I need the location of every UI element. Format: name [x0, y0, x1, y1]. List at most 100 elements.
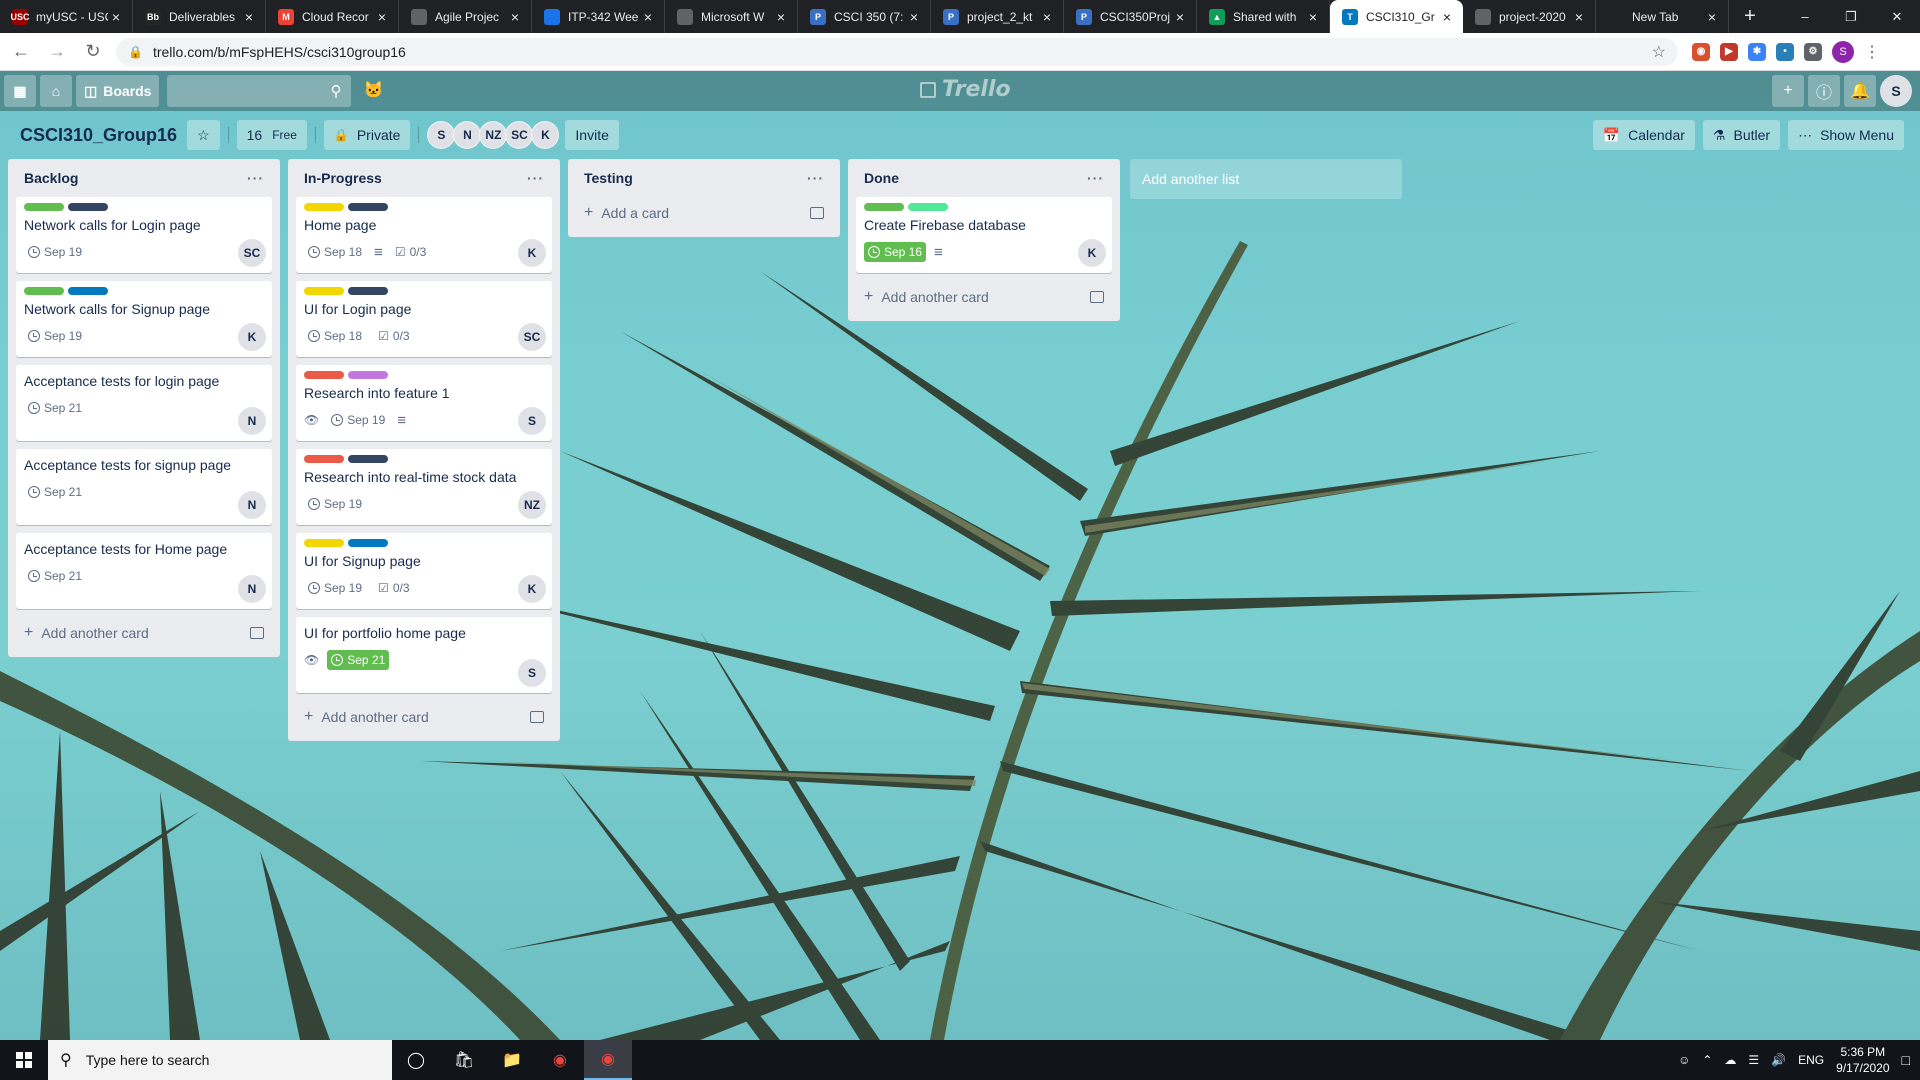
list-header[interactable]: Done ···: [856, 159, 1112, 197]
card[interactable]: Acceptance tests for login page Sep 21 N: [16, 365, 272, 441]
card[interactable]: Network calls for Login page Sep 19 SC: [16, 197, 272, 273]
butler-button[interactable]: ⚗ Butler: [1702, 120, 1781, 150]
card-member-avatar[interactable]: K: [238, 323, 266, 351]
tab-close-icon[interactable]: ×: [906, 9, 922, 25]
language-indicator[interactable]: ENG: [1798, 1053, 1824, 1067]
browser-menu-icon[interactable]: ⋮: [1864, 42, 1880, 62]
card[interactable]: UI for portfolio home page 👁 Sep 21 S: [296, 617, 552, 693]
due-date-badge[interactable]: Sep 19: [24, 326, 86, 346]
snowflake-extension-icon[interactable]: ✱: [1748, 42, 1766, 61]
close-window-button[interactable]: ✕: [1874, 0, 1920, 33]
add-card-button[interactable]: + Add another card: [856, 281, 1112, 313]
card-template-icon[interactable]: [250, 627, 264, 639]
list-menu-icon[interactable]: ···: [807, 170, 824, 186]
card-label[interactable]: [24, 203, 64, 211]
new-tab-button[interactable]: +: [1735, 0, 1765, 33]
card-label[interactable]: [68, 287, 108, 295]
trello-logo[interactable]: Trello: [920, 77, 1011, 102]
browser-tab[interactable]: Agile Projec ×: [399, 0, 532, 33]
tab-close-icon[interactable]: ×: [374, 9, 390, 25]
card-label[interactable]: [24, 287, 64, 295]
create-plus-button[interactable]: +: [1772, 75, 1804, 107]
star-board-button[interactable]: ☆: [187, 120, 220, 150]
bookmark-star-icon[interactable]: ☆: [1652, 42, 1666, 62]
tab-close-icon[interactable]: ×: [1172, 9, 1188, 25]
card[interactable]: UI for Signup page Sep 19 ☑ 0/3 K: [296, 533, 552, 609]
chevron-up-icon[interactable]: ⌃: [1702, 1053, 1712, 1067]
card-member-avatar[interactable]: NZ: [518, 491, 546, 519]
notifications-bell-button[interactable]: 🔔: [1844, 75, 1876, 107]
due-date-badge[interactable]: Sep 19: [304, 578, 366, 598]
card-member-avatar[interactable]: SC: [518, 323, 546, 351]
due-date-badge[interactable]: Sep 21: [24, 482, 86, 502]
list-title[interactable]: Testing: [584, 170, 633, 186]
card-member-avatar[interactable]: N: [238, 491, 266, 519]
card-label[interactable]: [304, 539, 344, 547]
card-member-avatar[interactable]: N: [238, 407, 266, 435]
member-avatar[interactable]: K: [531, 121, 560, 149]
card-label[interactable]: [68, 203, 108, 211]
card-member-avatar[interactable]: K: [518, 239, 546, 267]
network-icon[interactable]: ☁: [1724, 1053, 1736, 1067]
tab-close-icon[interactable]: ×: [773, 9, 789, 25]
apps-switcher-button[interactable]: ▦: [4, 75, 36, 107]
due-date-badge[interactable]: Sep 19: [24, 242, 86, 262]
card-label[interactable]: [304, 287, 344, 295]
chrome-icon[interactable]: ◉: [536, 1040, 584, 1080]
store-icon[interactable]: 🛍: [440, 1040, 488, 1080]
home-button[interactable]: ⌂: [40, 75, 72, 107]
browser-tab[interactable]: P CSCI 350 (7: ×: [798, 0, 931, 33]
list-menu-icon[interactable]: ···: [1087, 170, 1104, 186]
add-card-button[interactable]: + Add a card: [576, 197, 832, 229]
member-avatar[interactable]: NZ: [479, 121, 508, 149]
address-bar[interactable]: 🔒 trello.com/b/mFspHEHS/csci310group16 ☆: [116, 37, 1678, 66]
card-template-icon[interactable]: [530, 711, 544, 723]
calendar-button[interactable]: 📅 Calendar: [1592, 120, 1695, 150]
browser-tab[interactable]: ▲ Shared with ×: [1197, 0, 1330, 33]
user-avatar[interactable]: S: [1880, 75, 1912, 107]
card-label[interactable]: [348, 539, 388, 547]
board-search-input[interactable]: ⚲: [167, 75, 352, 107]
invite-button[interactable]: Invite: [565, 120, 619, 150]
card-label[interactable]: [908, 203, 948, 211]
card-label[interactable]: [348, 455, 388, 463]
list-header[interactable]: Testing ···: [576, 159, 832, 197]
list-title[interactable]: Done: [864, 170, 899, 186]
browser-tab[interactable]: ITP-342 Wee ×: [532, 0, 665, 33]
card-member-avatar[interactable]: K: [1078, 239, 1106, 267]
start-button[interactable]: [0, 1040, 48, 1080]
tab-close-icon[interactable]: ×: [241, 9, 257, 25]
tab-close-icon[interactable]: ×: [1439, 9, 1455, 25]
card[interactable]: Acceptance tests for signup page Sep 21 N: [16, 449, 272, 525]
card-label[interactable]: [348, 203, 388, 211]
due-date-badge[interactable]: Sep 19: [327, 410, 389, 430]
maximize-button[interactable]: ❐: [1828, 0, 1874, 33]
show-menu-button[interactable]: ⋯ Show Menu: [1788, 120, 1904, 150]
list-menu-icon[interactable]: ···: [527, 170, 544, 186]
due-date-badge[interactable]: Sep 18: [304, 326, 366, 346]
browser-profile-avatar[interactable]: S: [1832, 40, 1854, 63]
workspace-button[interactable]: 16 Free: [236, 120, 307, 150]
board-title[interactable]: CSCI310_Group16: [20, 125, 177, 146]
tab-close-icon[interactable]: ×: [1704, 9, 1720, 25]
due-date-badge[interactable]: Sep 21: [327, 650, 390, 670]
pdf-extension-icon[interactable]: ▶: [1720, 42, 1738, 61]
card-label[interactable]: [304, 203, 344, 211]
tab-close-icon[interactable]: ×: [640, 9, 656, 25]
card-label[interactable]: [348, 287, 388, 295]
card-template-icon[interactable]: [1090, 291, 1104, 303]
add-card-button[interactable]: + Add another card: [16, 617, 272, 649]
card-member-avatar[interactable]: SC: [238, 239, 266, 267]
info-button[interactable]: ⓘ: [1808, 75, 1840, 107]
wifi-icon[interactable]: ☰: [1748, 1053, 1759, 1067]
card-label[interactable]: [304, 371, 344, 379]
due-date-badge[interactable]: Sep 21: [24, 398, 86, 418]
list-title[interactable]: Backlog: [24, 170, 78, 186]
back-button[interactable]: ←: [6, 37, 36, 67]
list-menu-icon[interactable]: ···: [247, 170, 264, 186]
browser-tab[interactable]: project-2020 ×: [1463, 0, 1596, 33]
list-title[interactable]: In-Progress: [304, 170, 382, 186]
due-date-badge[interactable]: Sep 21: [24, 566, 86, 586]
people-icon[interactable]: ☺: [1678, 1053, 1690, 1067]
cortana-icon[interactable]: ◯: [392, 1040, 440, 1080]
